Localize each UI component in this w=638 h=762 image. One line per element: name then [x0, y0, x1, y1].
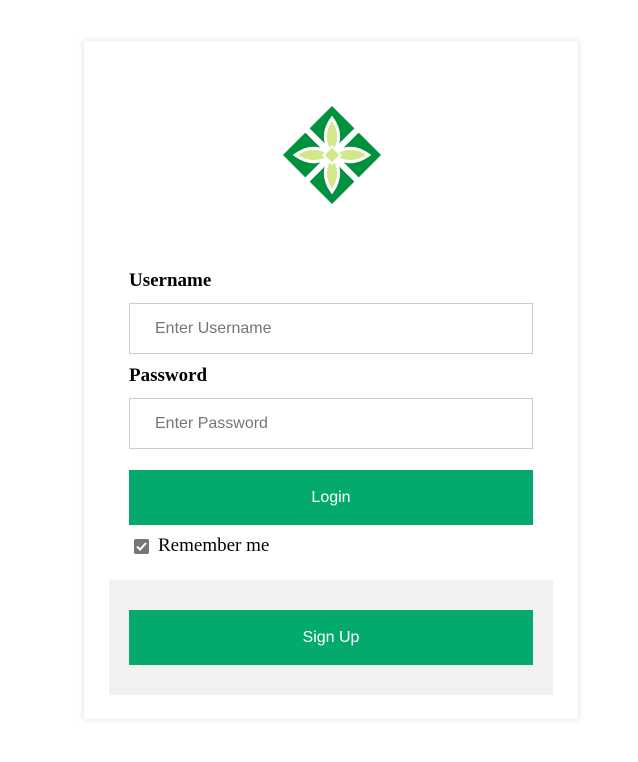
- remember-checkbox[interactable]: [134, 538, 149, 554]
- remember-me[interactable]: Remember me: [134, 535, 269, 557]
- username-label: Username: [129, 270, 212, 291]
- username-input[interactable]: [129, 303, 533, 354]
- password-input[interactable]: [129, 398, 533, 449]
- logo-icon: [282, 105, 382, 205]
- password-label: Password: [129, 365, 208, 386]
- checkmark-icon: [136, 541, 147, 551]
- login-card: Username Password Login Remember me Sign…: [84, 41, 578, 719]
- remember-label: Remember me: [158, 535, 270, 556]
- login-button[interactable]: Login: [129, 470, 533, 525]
- signup-section: Sign Up: [109, 580, 553, 695]
- signup-button[interactable]: Sign Up: [129, 610, 533, 665]
